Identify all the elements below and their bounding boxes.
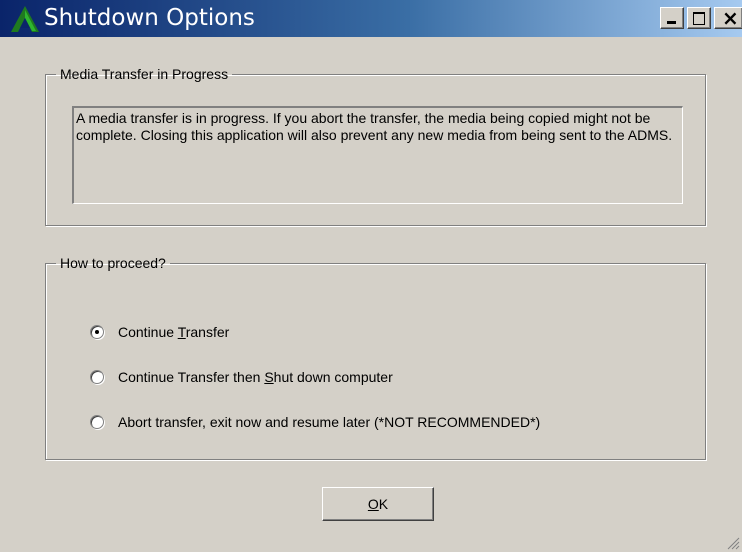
close-icon: × bbox=[722, 6, 739, 30]
radio-continue-transfer[interactable]: Continue Transfer bbox=[90, 322, 229, 342]
radio-label-continue-then-shutdown[interactable]: Continue Transfer then Shut down compute… bbox=[118, 369, 393, 385]
media-transfer-group: Media Transfer in Progress A media trans… bbox=[45, 66, 706, 226]
radio-button-abort-transfer[interactable] bbox=[90, 415, 104, 429]
radio-label-abort-transfer[interactable]: Abort transfer, exit now and resume late… bbox=[118, 414, 540, 430]
radio-selected-dot bbox=[95, 330, 99, 334]
close-button[interactable]: × bbox=[714, 7, 742, 29]
radio-continue-then-shutdown[interactable]: Continue Transfer then Shut down compute… bbox=[90, 367, 393, 387]
shutdown-options-window: Shutdown Options × Media Transfer in Pro… bbox=[0, 0, 742, 552]
radio-button-continue-then-shutdown[interactable] bbox=[90, 370, 104, 384]
app-icon bbox=[11, 6, 39, 32]
maximize-icon bbox=[693, 12, 705, 25]
how-to-proceed-group: How to proceed? Continue Transfer Contin… bbox=[45, 255, 706, 460]
window-title: Shutdown Options bbox=[44, 5, 255, 31]
resize-grip-icon[interactable] bbox=[726, 536, 740, 550]
radio-button-continue-transfer[interactable] bbox=[90, 325, 104, 339]
minimize-button[interactable] bbox=[660, 7, 684, 29]
ok-button[interactable]: OK bbox=[322, 487, 434, 521]
how-to-proceed-legend: How to proceed? bbox=[60, 255, 166, 271]
media-transfer-legend: Media Transfer in Progress bbox=[60, 66, 229, 82]
radio-label-continue-transfer[interactable]: Continue Transfer bbox=[118, 324, 229, 340]
maximize-button[interactable] bbox=[687, 7, 711, 29]
radio-abort-transfer[interactable]: Abort transfer, exit now and resume late… bbox=[90, 412, 540, 432]
transfer-message-box: A media transfer is in progress. If you … bbox=[72, 106, 683, 204]
minimize-icon bbox=[667, 21, 676, 24]
title-bar[interactable]: Shutdown Options × bbox=[0, 0, 742, 37]
